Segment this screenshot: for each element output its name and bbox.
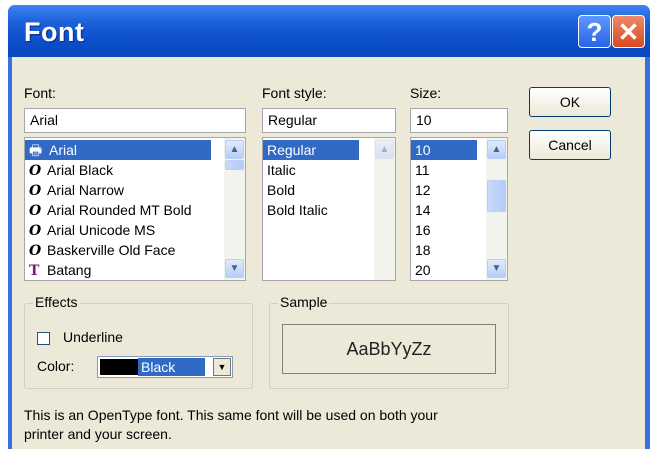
sample-preview: AaBbYyZz bbox=[282, 324, 496, 374]
font-style-item[interactable]: Regular bbox=[263, 140, 359, 160]
opentype-icon: O bbox=[29, 183, 42, 199]
style-list-scrollbar: ▲ bbox=[374, 138, 395, 280]
title-bar[interactable]: Font ? ✕ bbox=[8, 5, 650, 57]
underline-checkbox[interactable] bbox=[37, 332, 50, 345]
font-style-input[interactable]: Regular bbox=[262, 108, 396, 133]
opentype-icon: O bbox=[29, 223, 42, 239]
effects-group: Effects Underline Color: Black ▼ bbox=[24, 294, 253, 389]
opentype-icon: O bbox=[29, 203, 42, 219]
help-icon: ? bbox=[586, 17, 603, 47]
font-name: Arial Narrow bbox=[47, 182, 125, 198]
font-name: Arial Unicode MS bbox=[47, 222, 156, 238]
font-dialog: Font ? ✕ Font: Arial 🖶 Arial O Arial Black O… bbox=[8, 5, 650, 449]
scroll-thumb[interactable] bbox=[487, 180, 506, 212]
scroll-down-icon[interactable]: ▼ bbox=[487, 259, 506, 278]
font-name: Batang bbox=[47, 262, 92, 278]
scroll-up-icon[interactable]: ▲ bbox=[487, 140, 506, 159]
font-name: Arial Rounded MT Bold bbox=[47, 202, 192, 218]
font-list-item[interactable]: O Baskerville Old Face bbox=[25, 240, 245, 260]
size-list-scrollbar[interactable]: ▲ ▼ bbox=[486, 138, 507, 280]
font-list[interactable]: 🖶 Arial O Arial Black O Arial Narrow O Arial Ro… bbox=[24, 137, 246, 281]
color-select[interactable]: Black ▼ bbox=[97, 356, 233, 378]
font-style-label: Font style: bbox=[262, 85, 327, 101]
scroll-thumb[interactable] bbox=[225, 160, 244, 170]
ok-button[interactable]: OK bbox=[529, 87, 611, 117]
size-item[interactable]: 10 bbox=[411, 140, 477, 160]
font-list-item[interactable]: 🖶 Arial bbox=[25, 140, 211, 160]
font-style-list[interactable]: Regular Italic Bold Bold Italic ▲ bbox=[262, 137, 396, 281]
scroll-up-icon[interactable]: ▲ bbox=[225, 140, 244, 159]
cancel-button[interactable]: Cancel bbox=[529, 130, 611, 160]
font-name-input[interactable]: Arial bbox=[24, 108, 246, 133]
truetype-icon: T bbox=[29, 263, 40, 279]
font-list-item[interactable]: O Arial Narrow bbox=[25, 180, 245, 200]
dialog-body: Font: Arial 🖶 Arial O Arial Black O Arial Nar… bbox=[12, 57, 645, 449]
font-list-item[interactable]: O Arial Black bbox=[25, 160, 245, 180]
size-list[interactable]: 10 11 12 14 16 18 20 ▲ ▼ bbox=[410, 137, 508, 281]
font-list-item[interactable]: T Batang bbox=[25, 260, 245, 280]
font-name: Arial Black bbox=[47, 162, 114, 178]
sample-group: Sample AaBbYyZz bbox=[269, 294, 509, 389]
font-description-line1: This is an OpenType font. This same font… bbox=[24, 407, 438, 423]
size-input[interactable]: 10 bbox=[410, 108, 508, 133]
color-value: Black bbox=[138, 358, 205, 376]
font-list-scrollbar[interactable]: ▲ ▼ bbox=[224, 138, 245, 280]
sample-title: Sample bbox=[278, 294, 330, 310]
effects-title: Effects bbox=[33, 294, 80, 310]
dialog-title: Font bbox=[24, 17, 85, 47]
scroll-down-icon[interactable]: ▼ bbox=[225, 259, 244, 278]
size-label: Size: bbox=[410, 85, 442, 101]
close-button[interactable]: ✕ bbox=[612, 15, 645, 48]
font-name: Baskerville Old Face bbox=[47, 242, 176, 258]
underline-label[interactable]: Underline bbox=[63, 329, 123, 345]
scroll-up-icon: ▲ bbox=[375, 140, 394, 159]
font-name: Arial bbox=[49, 142, 78, 158]
close-icon: ✕ bbox=[617, 17, 640, 47]
chevron-down-icon[interactable]: ▼ bbox=[213, 358, 231, 376]
printer-font-icon: 🖶 bbox=[29, 143, 43, 159]
color-label: Color: bbox=[37, 358, 75, 374]
font-list-item[interactable]: O Arial Rounded MT Bold bbox=[25, 200, 245, 220]
font-list-item[interactable]: O Arial Unicode MS bbox=[25, 220, 245, 240]
font-label: Font: bbox=[24, 85, 56, 101]
opentype-icon: O bbox=[29, 243, 42, 259]
help-button[interactable]: ? bbox=[578, 15, 611, 48]
opentype-icon: O bbox=[29, 163, 42, 179]
font-description-line2: printer and your screen. bbox=[24, 426, 172, 442]
color-swatch bbox=[100, 359, 138, 375]
